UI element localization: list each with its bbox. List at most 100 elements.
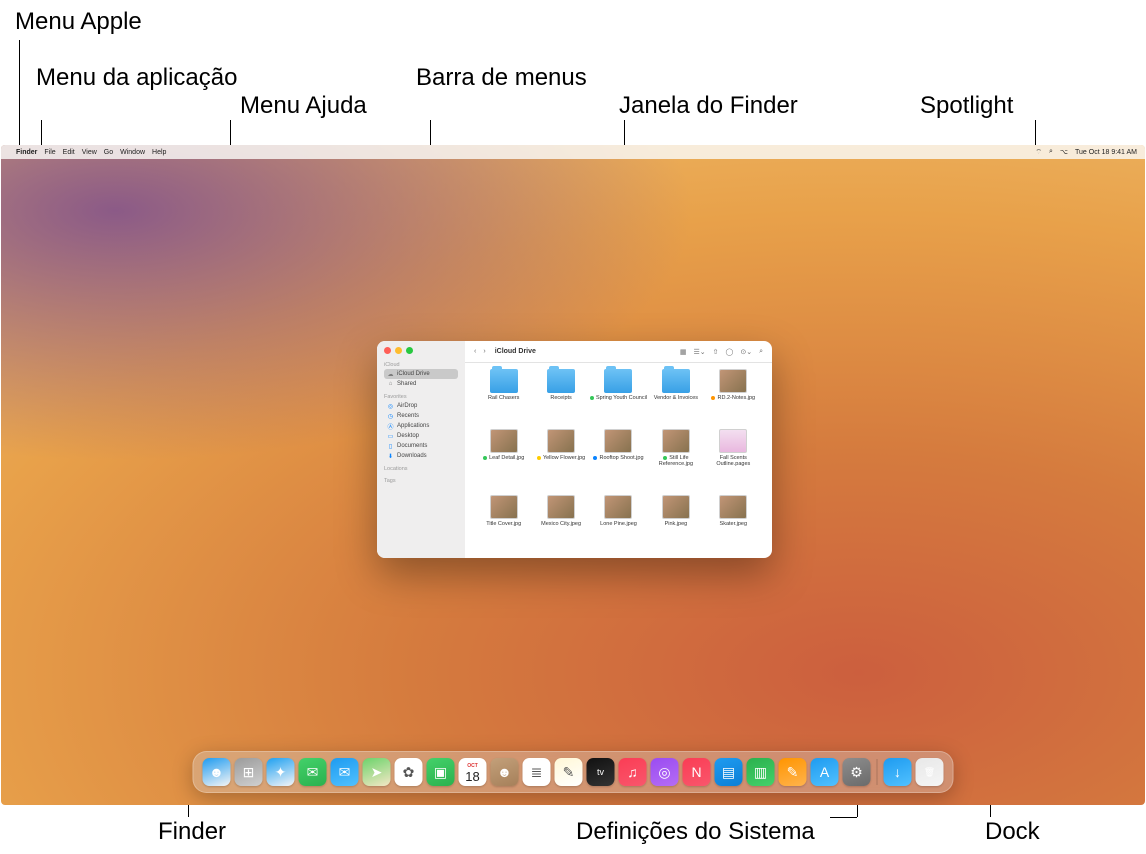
dock-app-maps[interactable]: ➤ bbox=[363, 758, 391, 786]
apps-icon: Ⓐ bbox=[387, 423, 394, 430]
close-button[interactable] bbox=[384, 347, 391, 354]
callout-menubar: Barra de menus bbox=[416, 64, 587, 93]
dock-app-system-settings[interactable]: ⚙ bbox=[843, 758, 871, 786]
group-button[interactable]: ☰⌄ bbox=[692, 348, 706, 356]
callout-line bbox=[430, 120, 431, 145]
menu-edit[interactable]: Edit bbox=[63, 149, 75, 156]
folder-icon bbox=[490, 369, 518, 393]
image-icon bbox=[547, 429, 575, 453]
dock-app-photos[interactable]: ✿ bbox=[395, 758, 423, 786]
sidebar-item-applications[interactable]: ⒶApplications bbox=[384, 421, 458, 431]
menu-file[interactable]: File bbox=[44, 149, 55, 156]
file-label: Lone Pine.jpeg bbox=[600, 521, 637, 527]
dock-app-finder[interactable]: ☻ bbox=[203, 758, 231, 786]
forward-button[interactable]: › bbox=[482, 348, 486, 355]
doc-icon: ▯ bbox=[387, 443, 394, 450]
view-icons-button[interactable]: ▦ bbox=[679, 348, 688, 356]
dock-app-safari[interactable]: ✦ bbox=[267, 758, 295, 786]
file-item[interactable]: Rail Chasers bbox=[475, 369, 532, 426]
file-item[interactable]: Pink.jpeg bbox=[647, 495, 704, 552]
dock-app-tv[interactable]: tv bbox=[587, 758, 615, 786]
folder-shared-icon: ⌂ bbox=[387, 381, 394, 388]
share-button[interactable]: ⇧ bbox=[712, 348, 720, 356]
sidebar-item-downloads[interactable]: ⬇Downloads bbox=[384, 451, 458, 461]
file-label: Leaf Detail.jpg bbox=[489, 455, 524, 461]
finder-window[interactable]: iCloud☁iCloud Drive⌂SharedFavorites◎AirD… bbox=[377, 341, 772, 558]
file-item[interactable]: Rooftop Shoot.jpg bbox=[590, 429, 647, 492]
zoom-button[interactable] bbox=[406, 347, 413, 354]
wifi-icon[interactable]: ⌔ bbox=[1035, 148, 1042, 157]
sidebar-item-icloud-drive[interactable]: ☁iCloud Drive bbox=[384, 369, 458, 379]
dock-app-messages[interactable]: ✉ bbox=[299, 758, 327, 786]
sidebar-item-label: Documents bbox=[397, 443, 427, 449]
file-item[interactable]: Title Cover.jpg bbox=[475, 495, 532, 552]
menubar[interactable]: Finder File Edit View Go Window Help ⌔ ⌕… bbox=[1, 145, 1145, 159]
file-label: Spring Youth Council bbox=[596, 395, 647, 401]
control-center-icon[interactable]: ⌥ bbox=[1060, 148, 1068, 156]
dock-app-calendar[interactable]: OCT18 bbox=[459, 758, 487, 786]
dock-app-news[interactable]: N bbox=[683, 758, 711, 786]
file-label: Fall Scents Outline.pages bbox=[716, 455, 750, 467]
file-item[interactable]: Receipts bbox=[532, 369, 589, 426]
spotlight-icon[interactable]: ⌕ bbox=[1049, 148, 1053, 156]
tag-dot bbox=[663, 456, 667, 460]
sidebar-item-shared[interactable]: ⌂Shared bbox=[384, 379, 458, 389]
action-button[interactable]: ⊙⌄ bbox=[739, 348, 753, 356]
dock-app-notes[interactable]: ✎ bbox=[555, 758, 583, 786]
dock-app-launchpad[interactable]: ⊞ bbox=[235, 758, 263, 786]
folder-icon bbox=[662, 369, 690, 393]
tag-dot bbox=[711, 396, 715, 400]
dock-app-app-store[interactable]: A bbox=[811, 758, 839, 786]
dock-app-trash[interactable]: 🗑 bbox=[916, 758, 944, 786]
tag-dot bbox=[537, 456, 541, 460]
file-item[interactable]: Leaf Detail.jpg bbox=[475, 429, 532, 492]
callout-finder-window: Janela do Finder bbox=[619, 92, 798, 121]
image-icon bbox=[604, 429, 632, 453]
sidebar-item-desktop[interactable]: ▭Desktop bbox=[384, 431, 458, 441]
menubar-clock[interactable]: Tue Oct 18 9:41 AM bbox=[1075, 149, 1137, 156]
file-label: Vendor & Invoices bbox=[654, 395, 698, 401]
file-label: Title Cover.jpg bbox=[486, 521, 521, 527]
back-button[interactable]: ‹ bbox=[473, 348, 477, 355]
pages-icon bbox=[719, 429, 747, 453]
finder-toolbar: ‹ › iCloud Drive ▦ ☰⌄ ⇧ ◯ ⊙⌄ ⌕ bbox=[465, 341, 772, 363]
dock-app-pages[interactable]: ✎ bbox=[779, 758, 807, 786]
dock-app-facetime[interactable]: ▣ bbox=[427, 758, 455, 786]
app-menu[interactable]: Finder bbox=[16, 149, 37, 156]
dock-separator bbox=[877, 759, 878, 785]
dock-app-music[interactable]: ♫ bbox=[619, 758, 647, 786]
dock[interactable]: ☻⊞✦✉✉➤✿▣OCT18☻≣✎tv♫◎N▤▥✎A⚙↓🗑 bbox=[193, 751, 954, 793]
files-grid[interactable]: Rail ChasersReceipts Spring Youth Council… bbox=[465, 363, 772, 558]
sidebar-item-recents[interactable]: ◷Recents bbox=[384, 411, 458, 421]
tag-button[interactable]: ◯ bbox=[725, 348, 735, 356]
file-item[interactable]: Fall Scents Outline.pages bbox=[705, 429, 762, 492]
search-button[interactable]: ⌕ bbox=[758, 348, 764, 356]
dock-app-reminders[interactable]: ≣ bbox=[523, 758, 551, 786]
file-label: Mexico City.jpeg bbox=[541, 521, 581, 527]
sidebar-item-airdrop[interactable]: ◎AirDrop bbox=[384, 401, 458, 411]
file-item[interactable]: Mexico City.jpeg bbox=[532, 495, 589, 552]
menu-view[interactable]: View bbox=[82, 149, 97, 156]
minimize-button[interactable] bbox=[395, 347, 402, 354]
file-item[interactable]: Spring Youth Council bbox=[590, 369, 647, 426]
sidebar-item-documents[interactable]: ▯Documents bbox=[384, 441, 458, 451]
file-item[interactable]: Skater.jpeg bbox=[705, 495, 762, 552]
menu-go[interactable]: Go bbox=[104, 149, 113, 156]
dock-app-numbers[interactable]: ▥ bbox=[747, 758, 775, 786]
file-item[interactable]: Still Life Reference.jpg bbox=[647, 429, 704, 492]
dock-app-contacts[interactable]: ☻ bbox=[491, 758, 519, 786]
menu-window[interactable]: Window bbox=[120, 149, 145, 156]
image-icon bbox=[719, 495, 747, 519]
dock-app-keynote[interactable]: ▤ bbox=[715, 758, 743, 786]
sidebar-item-label: Downloads bbox=[397, 453, 427, 459]
dock-app-downloads[interactable]: ↓ bbox=[884, 758, 912, 786]
file-item[interactable]: Vendor & Invoices bbox=[647, 369, 704, 426]
finder-title: iCloud Drive bbox=[495, 348, 536, 355]
dock-app-podcasts[interactable]: ◎ bbox=[651, 758, 679, 786]
file-item[interactable]: Lone Pine.jpeg bbox=[590, 495, 647, 552]
menu-help[interactable]: Help bbox=[152, 149, 166, 156]
file-item[interactable]: Yellow Flower.jpg bbox=[532, 429, 589, 492]
dock-app-mail[interactable]: ✉ bbox=[331, 758, 359, 786]
file-item[interactable]: RD.2-Notes.jpg bbox=[705, 369, 762, 426]
file-label: Pink.jpeg bbox=[665, 521, 688, 527]
